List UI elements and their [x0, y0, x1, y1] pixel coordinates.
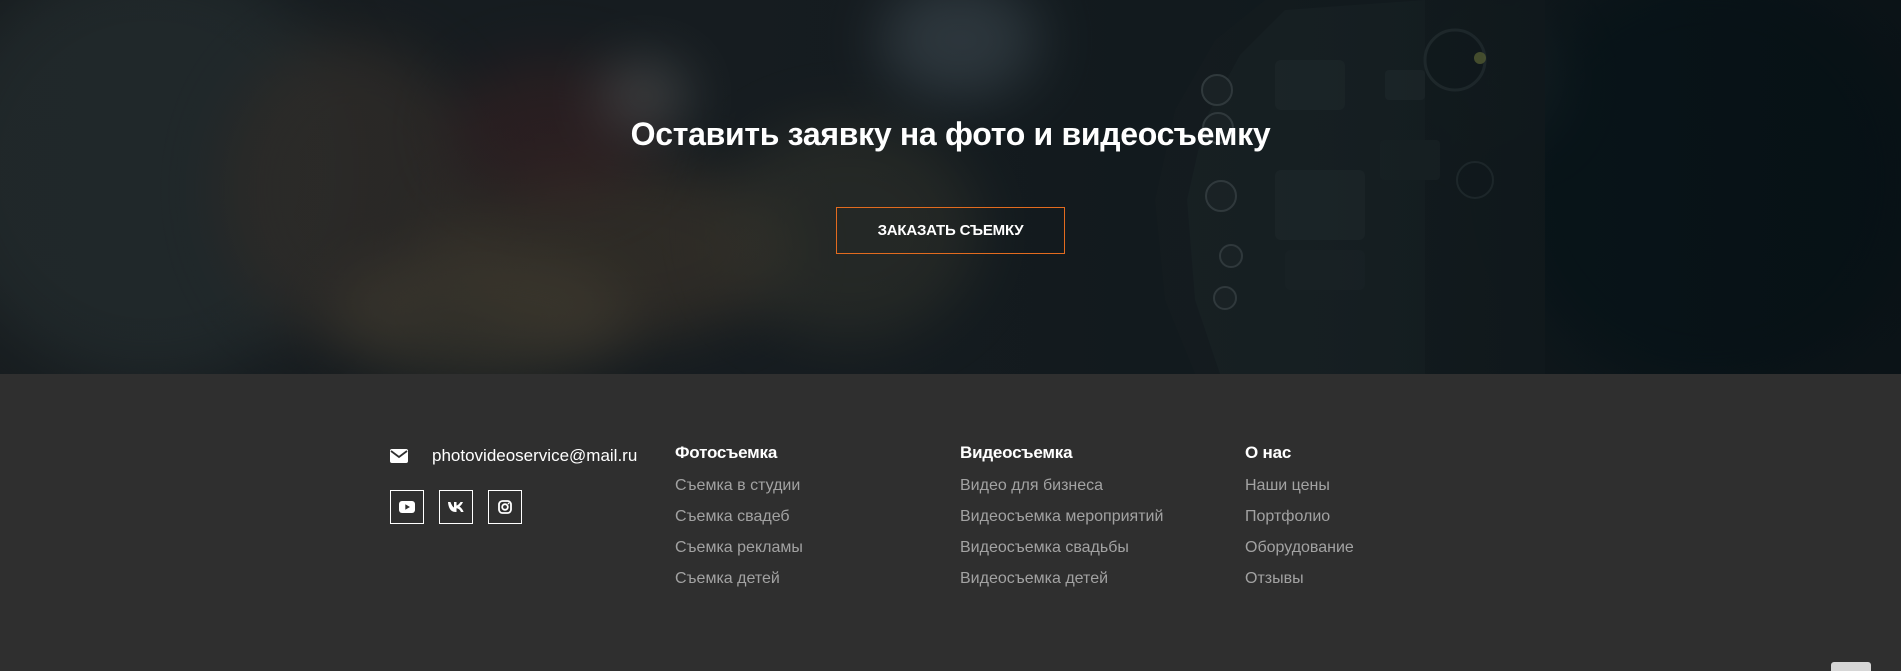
- footer-link-advert-shoot[interactable]: Съемка рекламы: [675, 539, 803, 570]
- youtube-link[interactable]: [390, 490, 424, 524]
- social-links: [390, 490, 637, 524]
- hero-banner: Оставить заявку на фото и видеосъемку ЗА…: [0, 0, 1901, 374]
- footer-column-photo: Фотосъемка Съемка в студии Съемка свадеб…: [675, 443, 803, 601]
- contact-block: photovideoservice@mail.ru: [390, 446, 637, 524]
- vk-icon: [448, 502, 464, 512]
- scroll-to-top-button[interactable]: [1831, 662, 1871, 671]
- footer-link-kids-shoot[interactable]: Съемка детей: [675, 570, 803, 601]
- footer-link-equipment[interactable]: Оборудование: [1245, 539, 1354, 570]
- footer-column-title: Видеосъемка: [960, 443, 1073, 462]
- footer-column-title: О нас: [1245, 443, 1292, 462]
- footer-link-wedding-video[interactable]: Видеосъемка свадьбы: [960, 539, 1163, 570]
- footer-column-title: Фотосъемка: [675, 443, 778, 462]
- footer-link-wedding-shoot[interactable]: Съемка свадеб: [675, 508, 803, 539]
- site-footer: photovideoservice@mail.ru Фотосъемка Съе…: [0, 374, 1901, 671]
- youtube-icon: [399, 501, 415, 513]
- footer-link-studio-shoot[interactable]: Съемка в студии: [675, 477, 803, 508]
- envelope-icon: [390, 449, 408, 463]
- order-shoot-button[interactable]: ЗАКАЗАТЬ СЪЕМКУ: [836, 207, 1065, 254]
- footer-column-about: О нас Наши цены Портфолио Оборудование О…: [1245, 443, 1354, 601]
- contact-email[interactable]: photovideoservice@mail.ru: [432, 446, 637, 466]
- footer-link-portfolio[interactable]: Портфолио: [1245, 508, 1354, 539]
- email-row[interactable]: photovideoservice@mail.ru: [390, 446, 637, 466]
- hero-title: Оставить заявку на фото и видеосъемку: [630, 116, 1271, 152]
- vk-link[interactable]: [439, 490, 473, 524]
- footer-link-business-video[interactable]: Видео для бизнеса: [960, 477, 1163, 508]
- footer-link-event-video[interactable]: Видеосъемка мероприятий: [960, 508, 1163, 539]
- footer-link-kids-video[interactable]: Видеосъемка детей: [960, 570, 1163, 601]
- footer-column-video: Видеосъемка Видео для бизнеса Видеосъемк…: [960, 443, 1163, 601]
- instagram-icon: [498, 500, 512, 514]
- instagram-link[interactable]: [488, 490, 522, 524]
- footer-link-prices[interactable]: Наши цены: [1245, 477, 1354, 508]
- footer-link-reviews[interactable]: Отзывы: [1245, 570, 1354, 601]
- hero-dark-overlay: [0, 0, 1901, 374]
